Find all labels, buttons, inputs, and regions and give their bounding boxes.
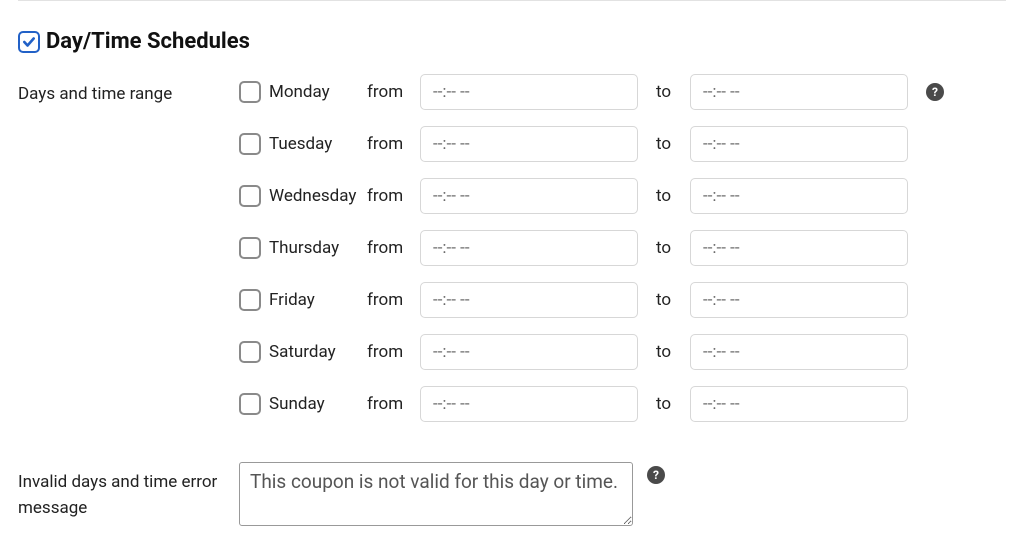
friday-to-input[interactable]: --:-- --: [690, 282, 908, 318]
invalid-error-row: Invalid days and time error message ?: [18, 462, 1006, 526]
invalid-error-label: Invalid days and time error message: [18, 462, 239, 522]
sunday-from-input[interactable]: --:-- --: [420, 386, 638, 422]
day-label: Sunday: [269, 394, 367, 414]
days-time-range-row: Days and time range Monday from --:-- --…: [18, 74, 1006, 422]
from-label: from: [367, 82, 411, 102]
day-row-sunday: Sunday from --:-- -- to --:-- --: [239, 386, 944, 422]
day-row-wednesday: Wednesday from --:-- -- to --:-- --: [239, 178, 944, 214]
panel-divider: [18, 0, 1006, 1]
monday-checkbox[interactable]: [239, 81, 261, 103]
help-icon[interactable]: ?: [926, 83, 944, 101]
wednesday-from-input[interactable]: --:-- --: [420, 178, 638, 214]
thursday-from-input[interactable]: --:-- --: [420, 230, 638, 266]
to-label: to: [656, 238, 680, 258]
day-label: Wednesday: [269, 186, 367, 206]
friday-from-input[interactable]: --:-- --: [420, 282, 638, 318]
to-label: to: [656, 290, 680, 310]
day-row-saturday: Saturday from --:-- -- to --:-- --: [239, 334, 944, 370]
to-label: to: [656, 394, 680, 414]
day-row-tuesday: Tuesday from --:-- -- to --:-- --: [239, 126, 944, 162]
section-title: Day/Time Schedules: [46, 29, 250, 54]
day-row-friday: Friday from --:-- -- to --:-- --: [239, 282, 944, 318]
sunday-to-input[interactable]: --:-- --: [690, 386, 908, 422]
from-label: from: [367, 394, 411, 414]
wednesday-to-input[interactable]: --:-- --: [690, 178, 908, 214]
saturday-from-input[interactable]: --:-- --: [420, 334, 638, 370]
tuesday-from-input[interactable]: --:-- --: [420, 126, 638, 162]
tuesday-to-input[interactable]: --:-- --: [690, 126, 908, 162]
to-label: to: [656, 82, 680, 102]
sunday-checkbox[interactable]: [239, 393, 261, 415]
from-label: from: [367, 290, 411, 310]
section-header: Day/Time Schedules: [18, 29, 1006, 54]
days-column: Monday from --:-- -- to --:-- -- ? Tuesd…: [239, 74, 944, 422]
day-label: Thursday: [269, 238, 367, 258]
day-row-monday: Monday from --:-- -- to --:-- -- ?: [239, 74, 944, 110]
checkbox-checked-icon: [18, 31, 40, 53]
from-label: from: [367, 342, 411, 362]
thursday-to-input[interactable]: --:-- --: [690, 230, 908, 266]
invalid-error-textarea[interactable]: [239, 462, 633, 526]
friday-checkbox[interactable]: [239, 289, 261, 311]
from-label: from: [367, 134, 411, 154]
day-label: Saturday: [269, 342, 367, 362]
from-label: from: [367, 186, 411, 206]
thursday-checkbox[interactable]: [239, 237, 261, 259]
days-time-range-label: Days and time range: [18, 74, 239, 107]
help-icon[interactable]: ?: [647, 466, 665, 484]
day-label: Monday: [269, 82, 367, 102]
from-label: from: [367, 238, 411, 258]
monday-from-input[interactable]: --:-- --: [420, 74, 638, 110]
to-label: to: [656, 134, 680, 154]
day-row-thursday: Thursday from --:-- -- to --:-- --: [239, 230, 944, 266]
saturday-to-input[interactable]: --:-- --: [690, 334, 908, 370]
wednesday-checkbox[interactable]: [239, 185, 261, 207]
monday-to-input[interactable]: --:-- --: [690, 74, 908, 110]
tuesday-checkbox[interactable]: [239, 133, 261, 155]
to-label: to: [656, 342, 680, 362]
saturday-checkbox[interactable]: [239, 341, 261, 363]
to-label: to: [656, 186, 680, 206]
day-label: Friday: [269, 290, 367, 310]
day-label: Tuesday: [269, 134, 367, 154]
